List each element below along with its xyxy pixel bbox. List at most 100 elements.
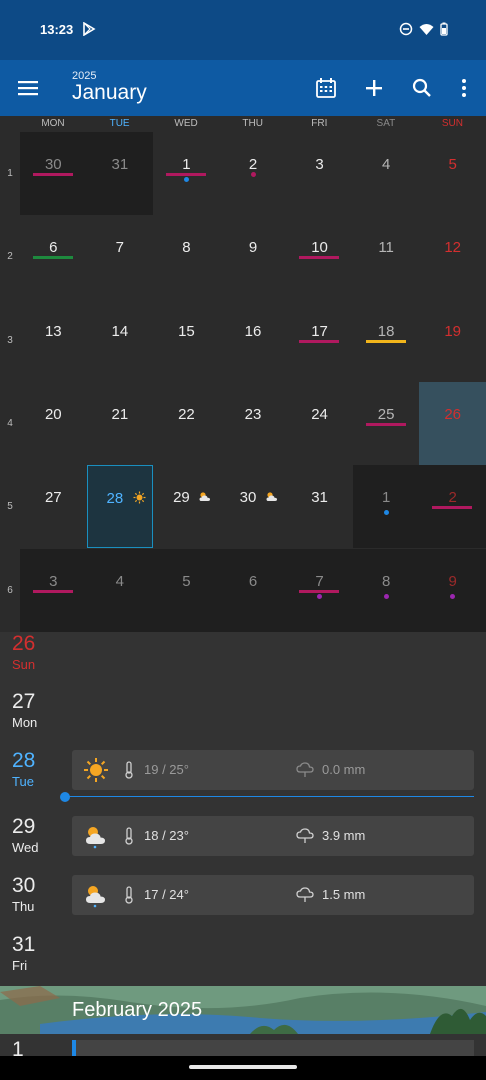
agenda-day-name: Tue: [12, 774, 34, 789]
home-gesture-handle[interactable]: [189, 1065, 297, 1069]
calendar-day-cell[interactable]: 20: [20, 382, 87, 465]
current-time-line: [64, 796, 474, 797]
system-icons: [399, 22, 448, 36]
calendar-day-cell[interactable]: 9: [419, 548, 486, 632]
agenda-day-number: 28: [12, 749, 36, 772]
calendar-day-number: 14: [111, 322, 129, 340]
calendar-day-number: 17: [311, 322, 328, 340]
calendar-day-cell[interactable]: 5: [153, 548, 220, 632]
agenda-day-number: 29: [12, 815, 36, 838]
calendar-day-cell[interactable]: 2: [220, 132, 287, 215]
calendar-day-cell[interactable]: 18: [353, 299, 420, 382]
calendar-day-cell[interactable]: 1: [352, 465, 420, 549]
calendar-day-cell[interactable]: 3: [286, 132, 353, 215]
calendar-day-number: 2: [448, 489, 457, 507]
event-bar: [319, 339, 340, 343]
agenda-day[interactable]: 26 Sun: [12, 632, 35, 672]
event-bar: [365, 422, 406, 426]
calendar-day-cell[interactable]: 30: [220, 465, 287, 548]
agenda-day[interactable]: 28 Tue: [12, 749, 35, 789]
agenda-day[interactable]: 31 Fri: [12, 933, 35, 973]
calendar-day-cell[interactable]: 9: [220, 215, 287, 298]
agenda-day-name: Thu: [12, 899, 35, 914]
calendar-day-cell[interactable]: 6: [219, 548, 287, 632]
calendar-day-cell[interactable]: 25: [353, 382, 420, 465]
status-bar: 13:23: [0, 0, 486, 60]
calendar-day-number: 8: [381, 572, 391, 590]
temperature: 17 / 24°: [144, 887, 189, 902]
more-options-icon[interactable]: [452, 76, 476, 100]
week-number: 4: [7, 417, 13, 429]
calendar-day-cell[interactable]: 8: [352, 548, 420, 632]
calendar-day-number: 9: [448, 572, 457, 590]
calendar-day-number: 11: [378, 239, 394, 257]
calendar-day-cell[interactable]: 19: [419, 299, 486, 382]
event-bar: [432, 506, 473, 510]
calendar-day-cell[interactable]: 1: [153, 132, 220, 215]
rain-cloud-icon: [296, 828, 314, 843]
calendar-day-cell[interactable]: 30: [20, 132, 87, 215]
calendar-day-cell[interactable]: 16: [220, 299, 287, 382]
calendar-day-number: 8: [182, 239, 191, 257]
menu-icon[interactable]: [16, 78, 40, 98]
agenda-day[interactable]: 29 Wed: [12, 815, 39, 855]
calendar-day-cell[interactable]: 28: [86, 465, 154, 549]
weekday-label: SUN: [441, 118, 463, 129]
calendar-day-cell[interactable]: 31: [87, 132, 154, 215]
calendar-day-cell[interactable]: 14: [87, 299, 154, 382]
calendar-day-cell[interactable]: 26: [419, 381, 486, 466]
event-bar: [33, 589, 73, 593]
calendar-day-cell[interactable]: 11: [353, 215, 420, 298]
calendar-day-cell[interactable]: 24: [286, 382, 353, 465]
calendar-day-cell[interactable]: 2: [419, 465, 486, 549]
weekday-header: MON TUE WED THU FRI SAT SUN: [0, 116, 486, 132]
agenda-day[interactable]: 27 Mon: [12, 690, 37, 730]
calendar-day-cell[interactable]: 4: [86, 548, 154, 632]
calendar-day-number: 31: [111, 156, 129, 173]
calendar-day-cell[interactable]: 15: [153, 299, 220, 382]
search-icon[interactable]: [410, 76, 434, 100]
calendar-day-cell[interactable]: 17: [286, 299, 353, 382]
agenda-day-number: 26: [12, 632, 36, 655]
calendar-day-cell[interactable]: 8: [153, 215, 220, 298]
calendar-day-number: 4: [115, 572, 125, 590]
calendar-day-cell[interactable]: 21: [87, 382, 154, 465]
battery-icon: [440, 22, 448, 36]
weather-card[interactable]: 19 / 25° 0.0 mm: [72, 750, 474, 790]
calendar-day-cell[interactable]: 29: [153, 465, 220, 548]
weather-card[interactable]: 18 / 23° 3.9 mm: [72, 816, 474, 856]
weekday-label: SAT: [376, 118, 396, 129]
add-icon[interactable]: [362, 76, 386, 100]
calendar-day-cell[interactable]: 10: [286, 215, 353, 298]
calendar-day-number: 7: [315, 572, 324, 590]
calendar-day-number: 1: [381, 489, 391, 507]
week-number: 5: [7, 501, 13, 513]
calendar-day-cell[interactable]: 23: [220, 382, 287, 465]
calendar-day-cell[interactable]: 12: [419, 215, 486, 298]
calendar-day-cell[interactable]: 3: [20, 548, 87, 632]
thermometer-icon: [125, 827, 133, 845]
calendar-day-cell[interactable]: 5: [419, 132, 486, 215]
agenda-day-name: Fri: [12, 958, 28, 973]
weekday-label: THU: [242, 118, 263, 129]
calendar-day-cell[interactable]: 13: [20, 299, 87, 382]
calendar-day-number: 25: [377, 405, 395, 423]
calendar-view-icon[interactable]: [314, 76, 338, 100]
weekday-label: TUE: [109, 118, 130, 129]
calendar-day-cell[interactable]: 22: [153, 382, 220, 465]
calendar-day-cell[interactable]: 6: [20, 215, 87, 298]
agenda-day[interactable]: 30 Thu: [12, 874, 35, 914]
temperature: 18 / 23°: [144, 828, 189, 843]
app-bar-month[interactable]: January: [72, 81, 147, 105]
partly-cloudy-rain-icon: [86, 886, 105, 908]
calendar-day-number: 6: [248, 572, 258, 590]
calendar-day-cell[interactable]: 31: [286, 465, 353, 548]
calendar-day-number: 21: [111, 405, 129, 423]
event-bar: [33, 173, 73, 176]
calendar-day-number: 23: [244, 405, 262, 423]
calendar-day-cell[interactable]: 7: [286, 548, 353, 632]
calendar-day-cell[interactable]: 7: [87, 215, 154, 298]
calendar-day-cell[interactable]: 4: [353, 132, 420, 215]
week-number: 2: [7, 251, 13, 263]
weather-card[interactable]: 17 / 24° 1.5 mm: [72, 875, 474, 915]
